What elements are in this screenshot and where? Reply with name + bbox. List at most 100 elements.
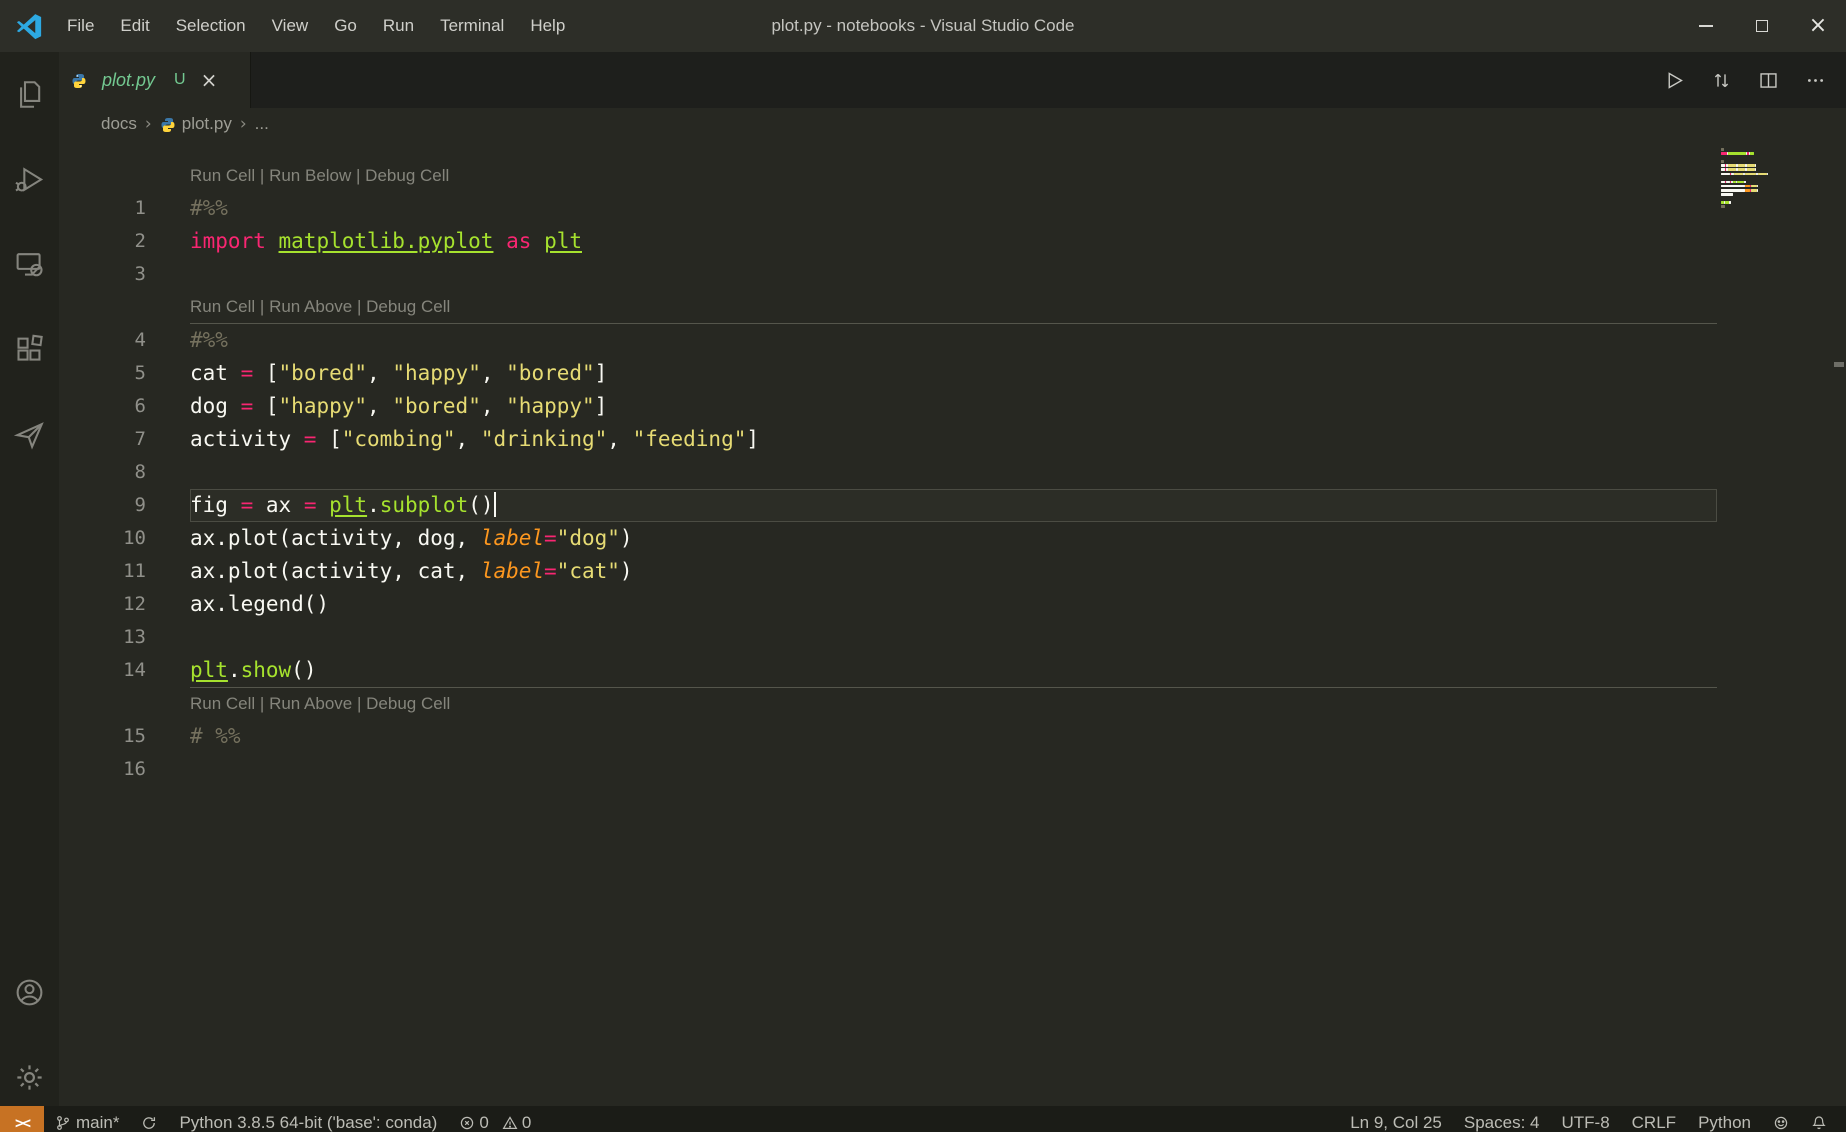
line-number[interactable]: 1: [59, 192, 190, 225]
text-cursor: [494, 492, 496, 517]
git-branch-icon: [55, 1115, 71, 1131]
codelens-run-cell[interactable]: Run Cell: [190, 297, 255, 316]
run-and-debug-icon[interactable]: [0, 137, 59, 222]
status-feedback[interactable]: [1762, 1106, 1800, 1132]
maximize-button[interactable]: [1734, 0, 1790, 52]
code-line[interactable]: #%%: [190, 192, 228, 225]
breadcrumb-folder[interactable]: docs: [101, 114, 137, 134]
status-bar: >< main* Python 3.8.5 64-bit ('base': con…: [0, 1106, 1846, 1132]
line-number: [59, 688, 190, 720]
minimap[interactable]: [1721, 148, 1777, 238]
menu-help[interactable]: Help: [517, 0, 578, 52]
codelens-separator: |: [255, 166, 269, 185]
status-eol[interactable]: CRLF: [1621, 1106, 1687, 1132]
line-number[interactable]: 8: [59, 456, 190, 489]
remote-indicator[interactable]: ><: [0, 1106, 44, 1132]
run-python-file-icon[interactable]: [1664, 70, 1685, 91]
remote-explorer-icon[interactable]: [0, 222, 59, 307]
minimize-button[interactable]: [1678, 0, 1734, 52]
line-number: [59, 291, 190, 323]
codelens-debug-cell[interactable]: Debug Cell: [366, 297, 450, 316]
line-number[interactable]: 11: [59, 555, 190, 588]
codelens-separator: |: [352, 297, 366, 316]
close-window-button[interactable]: ×: [1790, 0, 1846, 52]
code-line[interactable]: plt.show(): [190, 654, 316, 687]
deploy-icon[interactable]: [0, 392, 59, 477]
menu-run[interactable]: Run: [370, 0, 427, 52]
line-number[interactable]: 15: [59, 720, 190, 753]
line-number[interactable]: 13: [59, 621, 190, 654]
warnings-icon: [502, 1115, 518, 1131]
codelens-run-cell[interactable]: Run Cell: [190, 694, 255, 713]
breadcrumb-symbol[interactable]: ...: [255, 114, 269, 134]
menu-file[interactable]: File: [54, 0, 107, 52]
status-sync[interactable]: [130, 1106, 168, 1132]
code-line[interactable]: cat = ["bored", "happy", "bored"]: [190, 357, 607, 390]
codelens-debug-cell[interactable]: Debug Cell: [366, 694, 450, 713]
status-problems[interactable]: 00: [448, 1106, 550, 1132]
menu-edit[interactable]: Edit: [107, 0, 162, 52]
line-number[interactable]: 10: [59, 522, 190, 555]
chevron-right-icon: ›: [145, 114, 152, 134]
status-indentation[interactable]: Spaces: 4: [1453, 1106, 1551, 1132]
line-number[interactable]: 16: [59, 753, 190, 786]
codelens-run-cell[interactable]: Run Cell: [190, 166, 255, 185]
status-encoding[interactable]: UTF-8: [1550, 1106, 1620, 1132]
line-number[interactable]: 5: [59, 357, 190, 390]
status-git-branch[interactable]: main*: [44, 1106, 130, 1132]
feedback-smiley-icon: [1773, 1115, 1789, 1131]
line-number[interactable]: 12: [59, 588, 190, 621]
errors-icon: [459, 1115, 475, 1131]
line-number[interactable]: 7: [59, 423, 190, 456]
code-line[interactable]: activity = ["combing", "drinking", "feed…: [190, 423, 759, 456]
notifications-bell-icon: [1811, 1115, 1827, 1131]
more-actions-icon[interactable]: [1805, 70, 1826, 91]
menu-view[interactable]: View: [259, 0, 322, 52]
line-number[interactable]: 4: [59, 324, 190, 357]
maximize-icon: [1756, 20, 1768, 32]
tab-plot-py[interactable]: plot.py U ×: [59, 52, 251, 108]
menu-selection[interactable]: Selection: [163, 0, 259, 52]
code-line[interactable]: fig = ax = plt.subplot(): [190, 489, 1717, 522]
extensions-icon[interactable]: [0, 307, 59, 392]
menu-terminal[interactable]: Terminal: [427, 0, 517, 52]
line-number[interactable]: 2: [59, 225, 190, 258]
codelens-run-above[interactable]: Run Above: [269, 297, 352, 316]
code-line[interactable]: ax.plot(activity, dog, label="dog"): [190, 522, 633, 555]
explorer-icon[interactable]: [0, 52, 59, 137]
codelens-debug-cell[interactable]: Debug Cell: [365, 166, 449, 185]
breadcrumb: docs › plot.py › ...: [59, 108, 1846, 140]
line-number[interactable]: 6: [59, 390, 190, 423]
editor-actions: [1664, 52, 1846, 108]
python-file-icon: [160, 117, 176, 133]
codelens-run-below[interactable]: Run Below: [269, 166, 351, 185]
code-line[interactable]: ax.plot(activity, cat, label="cat"): [190, 555, 633, 588]
python-file-icon: [71, 73, 87, 89]
close-tab-icon[interactable]: ×: [201, 68, 218, 92]
status-python-interpreter[interactable]: Python 3.8.5 64-bit ('base': conda): [168, 1106, 448, 1132]
code-line[interactable]: ax.legend(): [190, 588, 329, 621]
line-number[interactable]: 9: [59, 489, 190, 522]
codelens-run-above[interactable]: Run Above: [269, 694, 352, 713]
codelens: Run Cell | Run Above | Debug Cell: [190, 688, 450, 720]
split-editor-icon[interactable]: [1758, 70, 1779, 91]
breadcrumb-file[interactable]: plot.py: [182, 114, 232, 134]
status-language-mode[interactable]: Python: [1687, 1106, 1762, 1132]
close-icon: ×: [1809, 15, 1827, 37]
menu-go[interactable]: Go: [321, 0, 370, 52]
account-icon[interactable]: [0, 950, 59, 1035]
window-controls: ×: [1678, 0, 1846, 52]
code-line[interactable]: dog = ["happy", "bored", "happy"]: [190, 390, 607, 423]
status-notifications[interactable]: [1800, 1106, 1838, 1132]
line-number[interactable]: 3: [59, 258, 190, 291]
line-number[interactable]: 14: [59, 654, 190, 687]
code-line[interactable]: #%%: [190, 324, 228, 357]
open-changes-icon[interactable]: [1711, 70, 1732, 91]
activity-bar: [0, 52, 59, 1132]
code-area[interactable]: Run Cell | Run Below | Debug Cell1#%%2im…: [59, 140, 1846, 1106]
status-cursor-position[interactable]: Ln 9, Col 25: [1339, 1106, 1453, 1132]
code-line[interactable]: # %%: [190, 720, 241, 753]
tab-bar: plot.py U ×: [59, 52, 1846, 108]
code-line[interactable]: import matplotlib.pyplot as plt: [190, 225, 582, 258]
activity-bar-bottom: [0, 950, 59, 1120]
